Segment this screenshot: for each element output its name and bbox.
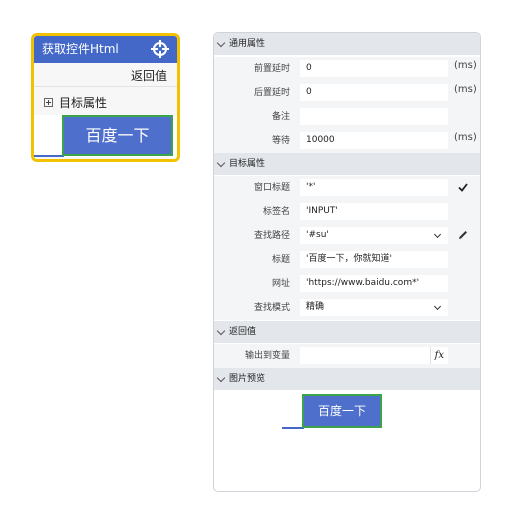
section-general-header[interactable]: 通用属性	[214, 33, 480, 55]
tag-name-label: 标签名	[262, 207, 290, 217]
card-header[interactable]: 获取控件Html	[34, 36, 177, 63]
card-body: 返回值 目标属性 百度一下	[34, 63, 177, 159]
note-input[interactable]	[300, 108, 448, 125]
fx-function-icon[interactable]: fx	[429, 347, 444, 364]
target-attributes-label: 目标属性	[59, 96, 108, 110]
title-input[interactable]: '百度一下，你就知道'	[300, 251, 448, 268]
properties-panel: 通用属性 前置延时 0 (ms) 后置延时 0 (ms) 备注 等待 10000…	[213, 32, 481, 492]
section-target-header[interactable]: 目标属性	[214, 153, 480, 175]
window-title-input[interactable]: '*'	[300, 179, 448, 196]
pencil-edit-icon[interactable]	[457, 229, 469, 241]
preview-image: 百度一下	[282, 394, 412, 429]
section-title: 图片预览	[229, 374, 266, 384]
row-window-title: 窗口标题 '*'	[214, 176, 480, 200]
title-label: 标题	[271, 255, 290, 265]
url-label: 网址	[271, 279, 290, 289]
row-find-path: 查找路径 '#su'	[214, 224, 480, 248]
pre-delay-input[interactable]: 0	[300, 60, 448, 77]
post-delay-input[interactable]: 0	[300, 84, 448, 101]
preview-baidu-button: 百度一下	[62, 115, 173, 156]
row-pre-delay: 前置延时 0 (ms)	[214, 57, 480, 81]
row-title: 标题 '百度一下，你就知道'	[214, 248, 480, 272]
return-value-label[interactable]: 返回值	[131, 67, 167, 84]
card-title: 获取控件Html	[42, 42, 119, 56]
section-title: 目标属性	[229, 159, 266, 169]
wait-label: 等待	[271, 136, 290, 146]
output-var-label: 输出到变量	[244, 351, 290, 361]
chevron-down-icon	[216, 326, 226, 336]
window-title-label: 窗口标题	[253, 183, 290, 193]
checkmark-icon[interactable]	[457, 181, 469, 193]
pre-delay-label: 前置延时	[253, 64, 290, 74]
row-tag-name: 标签名 'INPUT'	[214, 200, 480, 224]
chevron-down-icon	[216, 373, 226, 383]
url-input[interactable]: 'https://www.baidu.com*'	[300, 275, 448, 292]
expand-plus-icon[interactable]	[44, 98, 53, 107]
chevron-down-icon[interactable]	[433, 302, 442, 311]
find-path-value: '#su'	[306, 230, 329, 240]
activity-card[interactable]: 获取控件Html 返回值 目标属性 百度一下	[31, 33, 180, 162]
row-url: 网址 'https://www.baidu.com*'	[214, 272, 480, 296]
post-delay-unit: (ms)	[454, 84, 477, 95]
section-preview-header[interactable]: 图片预览	[214, 368, 480, 390]
image-preview-area: 百度一下	[214, 391, 480, 431]
preview-baidu-button: 百度一下	[302, 394, 382, 428]
tag-name-input[interactable]: 'INPUT'	[300, 203, 448, 220]
post-delay-label: 后置延时	[253, 88, 290, 98]
find-mode-select[interactable]: 精确	[300, 299, 448, 316]
row-find-mode: 查找模式 精确	[214, 296, 480, 320]
output-var-input[interactable]: fx	[300, 347, 448, 364]
section-return-header[interactable]: 返回值	[214, 321, 480, 343]
section-title: 返回值	[229, 327, 257, 337]
chevron-down-icon	[216, 158, 226, 168]
find-mode-label: 查找模式	[253, 303, 290, 313]
row-wait: 等待 10000 (ms)	[214, 129, 480, 153]
row-output-var: 输出到变量 fx	[214, 344, 480, 368]
crosshair-target-icon[interactable]	[151, 40, 169, 58]
chevron-down-icon[interactable]	[433, 230, 442, 239]
target-attributes-toggle[interactable]: 目标属性	[44, 94, 107, 111]
find-path-label: 查找路径	[253, 231, 290, 241]
preview-underline	[282, 427, 304, 429]
note-label: 备注	[271, 112, 290, 122]
find-mode-value: 精确	[306, 302, 325, 312]
card-preview-image: 百度一下	[34, 115, 177, 157]
divider	[34, 86, 177, 87]
chevron-down-icon	[216, 38, 226, 48]
wait-unit: (ms)	[454, 132, 477, 143]
row-post-delay: 后置延时 0 (ms)	[214, 81, 480, 105]
section-title: 通用属性	[229, 39, 266, 49]
pre-delay-unit: (ms)	[454, 60, 477, 71]
wait-input[interactable]: 10000	[300, 132, 448, 149]
row-note: 备注	[214, 105, 480, 129]
find-path-select[interactable]: '#su'	[300, 227, 448, 244]
preview-underline	[34, 155, 64, 157]
